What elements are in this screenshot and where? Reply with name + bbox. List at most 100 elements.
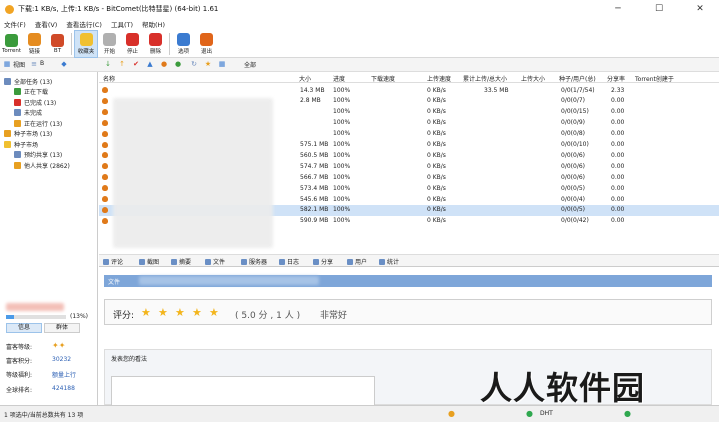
detail-tab-label: 文件: [213, 259, 226, 266]
rss-icon[interactable]: ◆: [60, 60, 68, 69]
task-row[interactable]: 14.3 MB 100% 0 KB/s 33.5 MB 0/0(1/7/54) 2.33: [99, 85, 719, 96]
link-button[interactable]: 链接: [23, 30, 46, 58]
sidebar-item[interactable]: 他人共享 (2862): [14, 160, 70, 170]
close-button[interactable]: ✕: [686, 0, 714, 18]
toolbar-label: Torrent: [1, 48, 22, 54]
rating-label: 评分:: [113, 311, 135, 321]
category-icon: [14, 119, 21, 127]
detail-tab-icon: [241, 259, 247, 265]
exit-button[interactable]: 退出: [195, 30, 218, 58]
menu-file[interactable]: 文件(F): [4, 19, 26, 29]
col-name[interactable]: 名称: [103, 74, 115, 83]
bt-icon: [51, 34, 64, 47]
benefit-value[interactable]: 额量上行: [52, 370, 76, 379]
col-upload-size[interactable]: 上传大小: [521, 74, 545, 83]
detail-tab-icon: [347, 259, 353, 265]
star-icon[interactable]: ★: [192, 307, 202, 318]
sidebar-item[interactable]: 未完成: [14, 108, 42, 118]
options-button[interactable]: 选项: [172, 30, 195, 58]
menu-help[interactable]: 帮助(H): [142, 19, 165, 29]
tab-group[interactable]: 群体: [44, 323, 80, 333]
seed-icon[interactable]: ●: [174, 60, 182, 69]
tab-servers[interactable]: 服务器: [241, 257, 267, 266]
col-size[interactable]: 大小: [299, 74, 311, 83]
blurred-names-region: [113, 98, 273, 248]
category-icon: [14, 88, 21, 95]
comment-title: 发表您的看法: [111, 356, 148, 363]
tab-b[interactable]: B: [40, 60, 44, 67]
toolbar-label: 开始: [103, 49, 115, 55]
task-status-icon: [102, 152, 108, 159]
refresh-icon[interactable]: ↻: [190, 60, 198, 69]
maximize-button[interactable]: ☐: [645, 0, 673, 18]
minimize-button[interactable]: ─: [604, 0, 632, 18]
comment-input[interactable]: [111, 376, 375, 406]
exit-icon: [200, 33, 213, 46]
task-progress: 100%: [333, 97, 351, 105]
vip-level-label: 富客等级:: [6, 344, 33, 351]
category-icon: [14, 151, 21, 158]
category-sidebar: 全部任务 (13) 正在下载 已完成 (13) 未完成 正在运行 (13) 种子市场 (1…: [0, 72, 98, 299]
torrent-button[interactable]: Torrent: [0, 30, 23, 58]
col-progress[interactable]: 进度: [333, 74, 345, 83]
list-icon[interactable]: ≡: [30, 60, 38, 69]
tab-comment[interactable]: 评论: [103, 257, 123, 266]
tab-share[interactable]: 分享: [313, 257, 333, 266]
tab-screenshot[interactable]: 截图: [139, 257, 159, 266]
menu-view[interactable]: 查看(V): [35, 19, 58, 29]
tab-view[interactable]: 视图: [13, 60, 25, 69]
star-icon[interactable]: ★: [175, 307, 185, 318]
sidebar-item[interactable]: 正在运行 (13): [14, 118, 62, 128]
sidebar-item[interactable]: 已完成 (13): [14, 97, 56, 107]
col-share-ratio[interactable]: 分享率: [607, 74, 625, 83]
delete-button[interactable]: 删除: [144, 30, 167, 58]
rank-value: 424188: [52, 385, 75, 392]
col-total-upload[interactable]: 累计上传/总大小: [463, 74, 507, 83]
filter-all[interactable]: 全部: [244, 60, 256, 69]
tab-info[interactable]: 信息: [6, 323, 42, 333]
bt-button[interactable]: BT: [46, 30, 69, 58]
sidebar-item[interactable]: 种子市场: [4, 139, 38, 149]
sidebar-item[interactable]: 预约共享 (13): [14, 150, 62, 160]
star-icon[interactable]: ★: [209, 307, 219, 318]
flame-filter-icon[interactable]: ●: [160, 60, 168, 69]
tab-summary[interactable]: 摘要: [171, 257, 191, 266]
stop-button[interactable]: 停止: [121, 30, 144, 58]
favorites-button[interactable]: 收藏夹: [74, 30, 98, 58]
check-icon[interactable]: ✔: [132, 60, 140, 69]
col-download-speed[interactable]: 下载速度: [371, 74, 395, 83]
menu-tools[interactable]: 工具(T): [111, 19, 133, 29]
task-progress: 100%: [333, 141, 351, 148]
filter-icon[interactable]: ▲: [146, 60, 154, 69]
task-progress: 100%: [333, 108, 351, 116]
task-peers: 0/0(0/8): [561, 130, 585, 138]
down-arrow-icon[interactable]: ↓: [104, 60, 112, 69]
tab-files[interactable]: 文件: [205, 257, 225, 266]
star-icon[interactable]: ★: [158, 307, 168, 318]
sidebar-item[interactable]: 正在下载: [14, 87, 48, 97]
view-icon[interactable]: ▦: [3, 60, 11, 69]
star-filter-icon[interactable]: ★: [204, 60, 212, 69]
tab-stats[interactable]: 统计: [379, 257, 399, 266]
detail-tab-label: 日志: [287, 259, 300, 266]
tab-users[interactable]: 用户: [347, 257, 367, 266]
start-button[interactable]: 开始: [98, 30, 121, 58]
up-arrow-icon[interactable]: ↑: [118, 60, 126, 69]
star-icon[interactable]: ★: [141, 307, 151, 318]
grid-icon[interactable]: ▦: [218, 60, 226, 69]
task-ul: 0 KB/s: [427, 184, 446, 192]
task-peers: 0/0(0/15): [561, 108, 589, 116]
task-list-header: 名称 大小 进度 下载速度 上传速度 累计上传/总大小 上传大小 种子/用户(总…: [99, 72, 719, 83]
toolbar-label: 退出: [200, 49, 212, 55]
sidebar-item[interactable]: 种子市场 (13): [4, 129, 52, 139]
blurred-file-name: [139, 276, 319, 285]
col-peers[interactable]: 种子/用户(总): [559, 74, 596, 83]
favorites-icon: [79, 33, 93, 46]
detail-tab-icon: [103, 259, 109, 265]
tab-log[interactable]: 日志: [279, 257, 299, 266]
col-upload-speed[interactable]: 上传速度: [427, 74, 451, 83]
col-torrent-created[interactable]: Torrent创建于: [635, 74, 674, 83]
toolbar-label: 删除: [149, 49, 161, 55]
sidebar-item[interactable]: 全部任务 (13): [4, 76, 52, 86]
menu-selection[interactable]: 查看选行(C): [66, 19, 102, 29]
